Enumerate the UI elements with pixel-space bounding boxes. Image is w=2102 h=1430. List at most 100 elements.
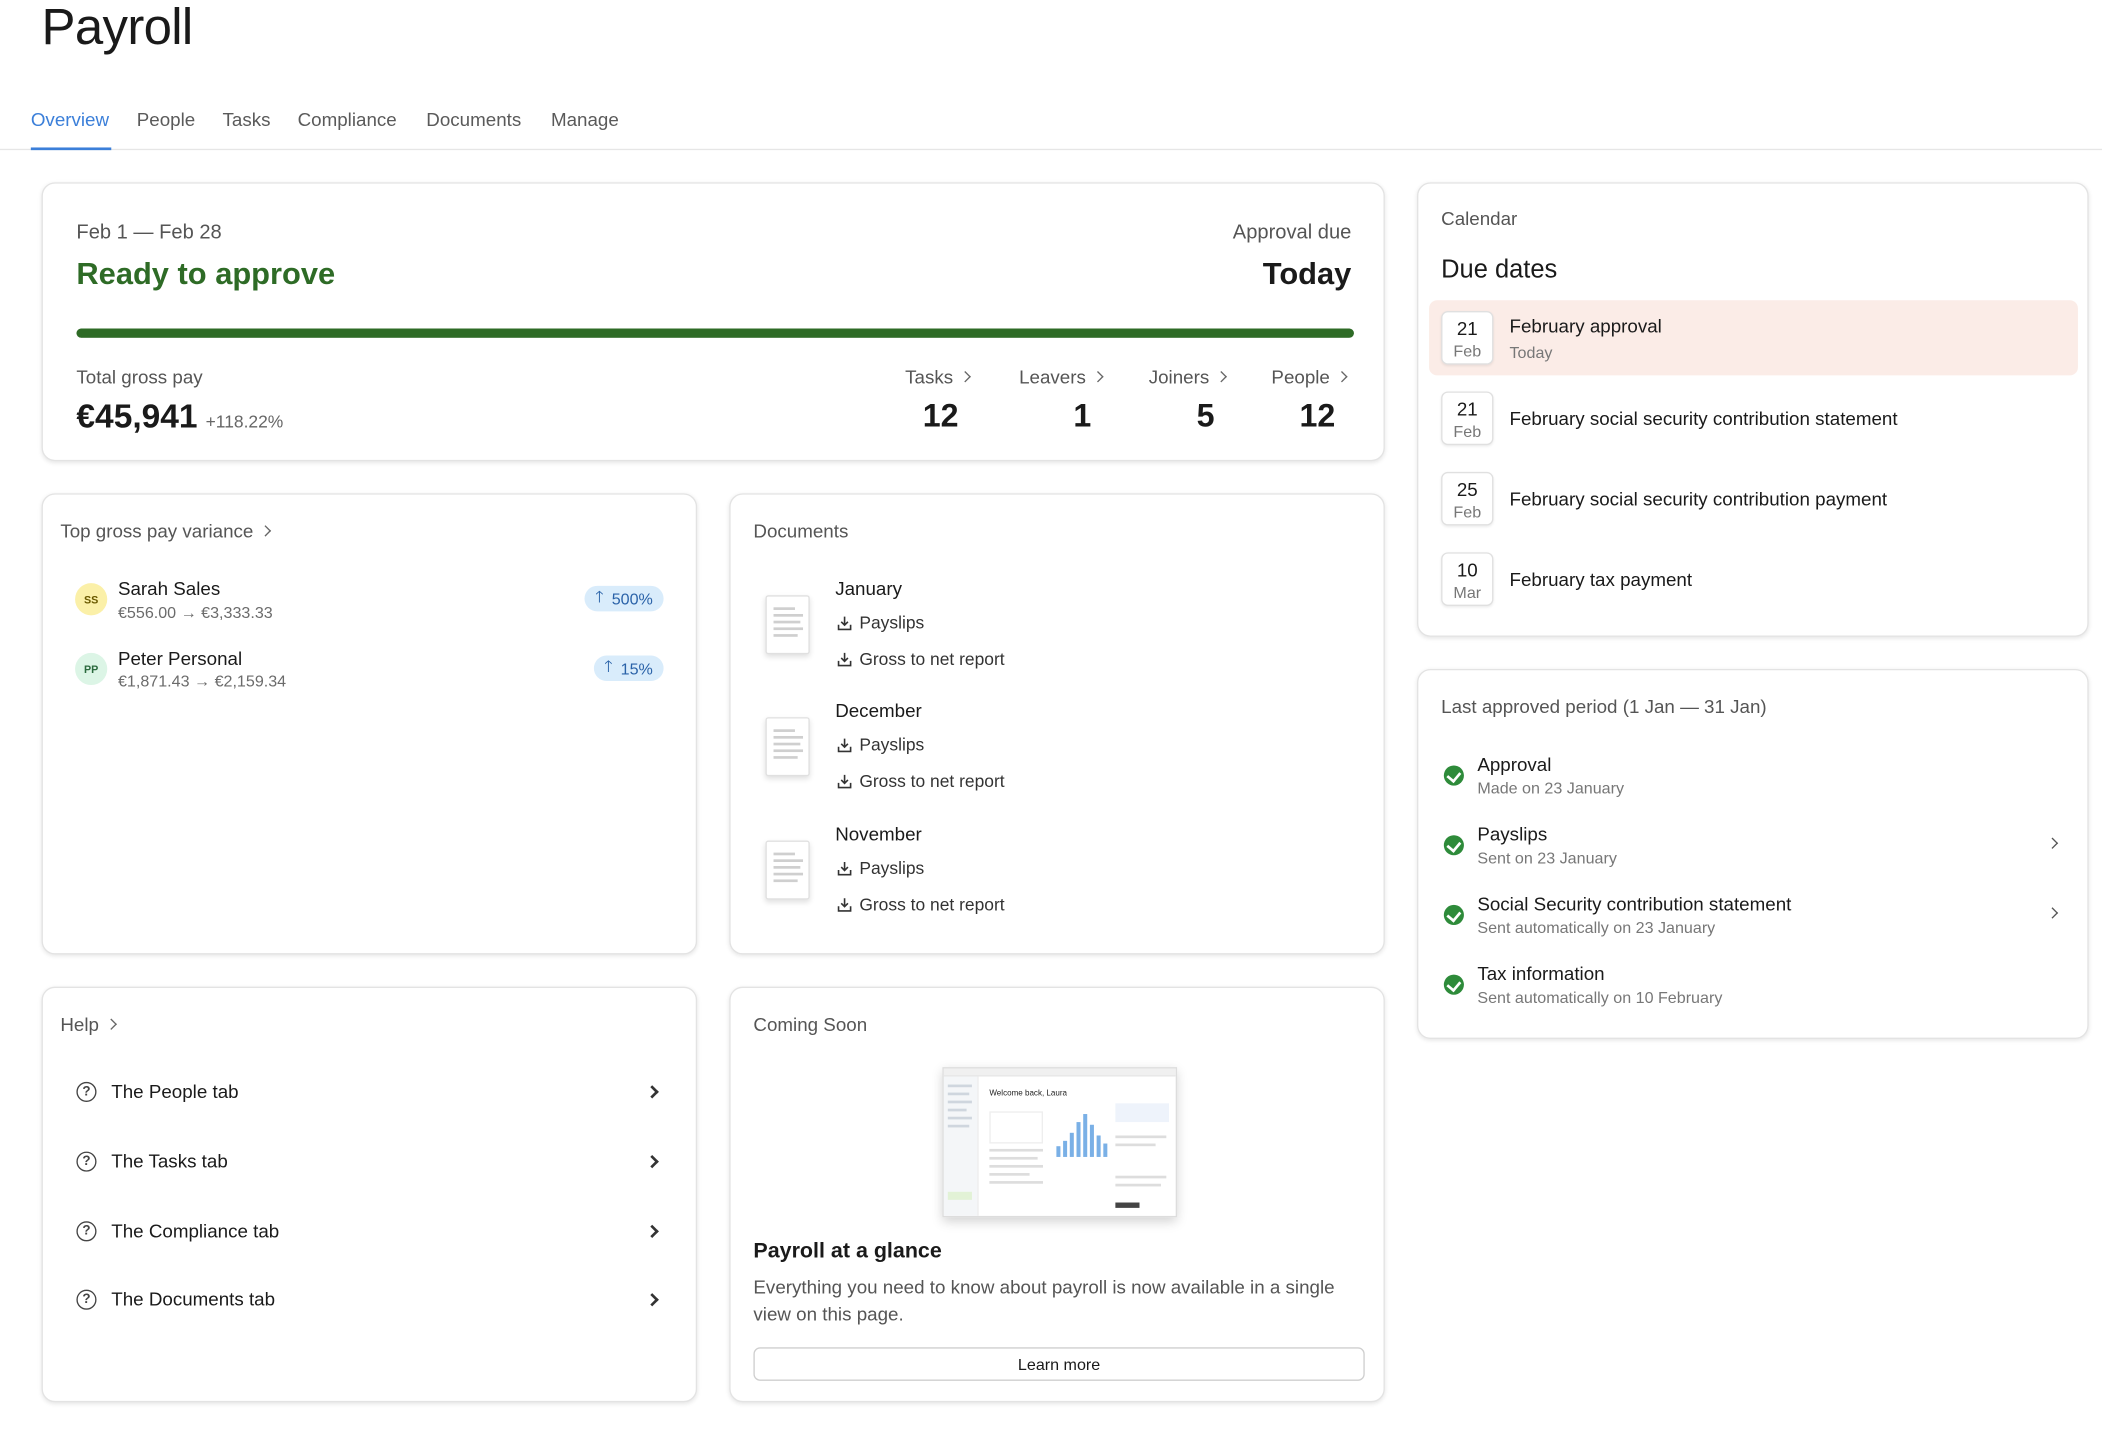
approved-item-sub: Sent automatically on 10 February bbox=[1477, 988, 1723, 1007]
check-circle-icon bbox=[1443, 974, 1464, 995]
variance-title[interactable]: Top gross pay variance bbox=[60, 520, 272, 542]
chevron-right-icon bbox=[959, 371, 971, 383]
tab-compliance[interactable]: Compliance bbox=[298, 109, 397, 151]
approved-item-title: Tax information bbox=[1477, 962, 1605, 985]
approved-item-title[interactable]: Payslips bbox=[1477, 823, 1547, 844]
gross-pay-amount: €45,941 bbox=[76, 398, 198, 436]
download-report-link[interactable]: Gross to net report bbox=[837, 771, 1005, 791]
tab-overview[interactable]: Overview bbox=[30, 109, 112, 151]
approved-item-title: Approval bbox=[1477, 753, 1552, 775]
document-thumbnail-icon bbox=[765, 717, 810, 777]
download-payslips-link[interactable]: Payslips bbox=[837, 613, 924, 633]
approved-item-sub: Sent automatically on 23 January bbox=[1477, 918, 1716, 938]
payroll-summary-card: Feb 1 — Feb 28 Ready to approve Approval… bbox=[41, 182, 1385, 462]
documents-title: Documents bbox=[753, 520, 849, 542]
date-badge: 21 Feb bbox=[1441, 391, 1494, 446]
stat-leavers-label[interactable]: Leavers bbox=[1019, 366, 1104, 387]
learn-more-button[interactable]: Learn more bbox=[753, 1347, 1365, 1381]
gross-pay-change: +118.22% bbox=[205, 411, 284, 432]
tab-manage[interactable]: Manage bbox=[551, 109, 619, 151]
tab-bar: Overview People Tasks Compliance Documen… bbox=[0, 101, 2102, 151]
check-circle-icon bbox=[1443, 904, 1464, 926]
document-month: November bbox=[835, 823, 922, 845]
download-payslips-link[interactable]: Payslips bbox=[837, 735, 924, 755]
chevron-right-icon bbox=[105, 1018, 117, 1031]
progress-bar-fill bbox=[76, 328, 1355, 338]
approved-item-sub: Made on 23 January bbox=[1477, 778, 1625, 798]
download-icon bbox=[837, 896, 853, 912]
stat-leavers[interactable]: Leavers 1 bbox=[1019, 366, 1104, 436]
date-badge: 21 Feb bbox=[1441, 311, 1494, 365]
due-item-title: February tax payment bbox=[1509, 568, 1693, 590]
due-item-title: February social security contribution pa… bbox=[1509, 487, 1888, 510]
download-report-link[interactable]: Gross to net report bbox=[837, 894, 1005, 914]
chevron-right-icon bbox=[1215, 371, 1227, 383]
tab-tasks[interactable]: Tasks bbox=[223, 109, 271, 151]
last-approved-title: Last approved period (1 Jan — 31 Jan) bbox=[1441, 695, 1767, 718]
download-icon bbox=[837, 615, 853, 631]
download-icon bbox=[837, 860, 853, 876]
person-name: Peter Personal bbox=[117, 647, 243, 669]
question-circle-icon: ? bbox=[76, 1220, 97, 1241]
stat-tasks-label[interactable]: Tasks bbox=[905, 366, 971, 387]
arrow-up-icon: 🡑 bbox=[604, 656, 613, 676]
chevron-right-icon[interactable] bbox=[2046, 907, 2059, 919]
stat-joiners-label[interactable]: Joiners bbox=[1149, 366, 1227, 387]
help-item-documents-tab[interactable]: ? The Documents tab bbox=[76, 1283, 659, 1315]
help-item-tasks-tab[interactable]: ? The Tasks tab bbox=[76, 1145, 659, 1177]
dashboard-preview-image: Welcome back, Laura bbox=[942, 1067, 1178, 1218]
document-thumbnail-icon bbox=[765, 840, 810, 900]
arrow-up-icon: 🡑 bbox=[595, 587, 604, 606]
download-icon bbox=[837, 737, 853, 753]
chevron-right-icon bbox=[645, 1084, 659, 1098]
stat-joiners-value: 5 bbox=[1196, 398, 1215, 435]
stat-people[interactable]: People 12 bbox=[1271, 366, 1348, 436]
approved-item-sub: Sent on 23 January bbox=[1477, 848, 1617, 868]
tab-people[interactable]: People bbox=[137, 109, 195, 151]
help-title[interactable]: Help bbox=[60, 1013, 117, 1035]
chevron-right-icon bbox=[1336, 371, 1348, 383]
approved-item-title[interactable]: Social Security contribution statement bbox=[1477, 893, 1791, 914]
page-title: Payroll bbox=[41, 0, 194, 57]
approval-due-label: Approval due bbox=[1232, 221, 1352, 244]
check-circle-icon bbox=[1443, 765, 1464, 786]
stat-tasks[interactable]: Tasks 12 bbox=[905, 366, 971, 436]
stat-people-value: 12 bbox=[1299, 398, 1336, 435]
chevron-right-icon bbox=[645, 1292, 659, 1306]
tab-documents[interactable]: Documents bbox=[426, 109, 521, 151]
period-range: Feb 1 — Feb 28 bbox=[76, 221, 222, 244]
person-name: Sarah Sales bbox=[117, 577, 221, 600]
document-thumbnail-icon bbox=[765, 595, 810, 655]
question-circle-icon: ? bbox=[76, 1288, 97, 1310]
question-circle-icon: ? bbox=[76, 1081, 97, 1102]
help-item-compliance-tab[interactable]: ? The Compliance tab bbox=[76, 1215, 659, 1247]
help-item-people-tab[interactable]: ? The People tab bbox=[76, 1075, 659, 1107]
chevron-right-icon[interactable] bbox=[2046, 837, 2059, 849]
due-item-sub: Today bbox=[1509, 343, 1553, 362]
pay-change: €1,871.43 → €2,159.34 bbox=[117, 671, 287, 691]
date-badge: 25 Feb bbox=[1441, 471, 1494, 526]
avatar: SS bbox=[75, 583, 108, 616]
due-item-highlight bbox=[1429, 300, 2078, 376]
document-month: January bbox=[835, 577, 902, 600]
chevron-right-icon bbox=[259, 525, 272, 537]
help-card: Help ? The People tab ? The Tasks tab ? The… bbox=[41, 986, 698, 1403]
download-icon bbox=[837, 651, 853, 667]
last-approved-card: Last approved period (1 Jan — 31 Jan) Ap… bbox=[1417, 668, 2089, 1039]
variance-badge: 🡑 500% bbox=[584, 585, 664, 612]
preview-heading: Welcome back, Laura bbox=[989, 1089, 1068, 1098]
due-dates-title: Due dates bbox=[1441, 256, 1558, 285]
question-circle-icon: ? bbox=[76, 1150, 97, 1172]
date-badge: 10 Mar bbox=[1441, 552, 1494, 606]
stat-leavers-value: 1 bbox=[1073, 398, 1092, 435]
documents-card: Documents January Payslips Gross to net … bbox=[729, 493, 1385, 955]
gross-pay-value: €45,941 +118.22% bbox=[76, 398, 283, 437]
stat-tasks-value: 12 bbox=[922, 398, 959, 435]
avatar: PP bbox=[75, 652, 108, 686]
feature-title: Payroll at a glance bbox=[753, 1240, 942, 1263]
download-report-link[interactable]: Gross to net report bbox=[837, 649, 1005, 669]
download-icon bbox=[837, 773, 853, 789]
stat-joiners[interactable]: Joiners 5 bbox=[1149, 366, 1227, 436]
stat-people-label[interactable]: People bbox=[1271, 366, 1348, 387]
download-payslips-link[interactable]: Payslips bbox=[837, 858, 924, 878]
